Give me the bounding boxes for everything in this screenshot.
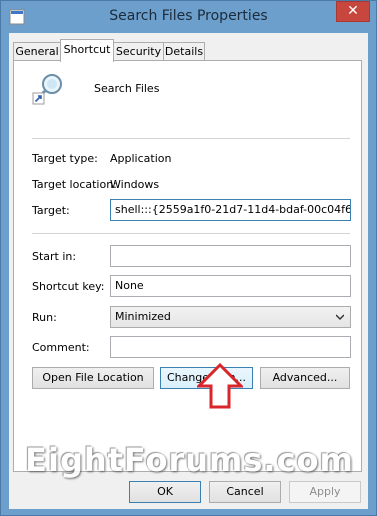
- comment-field[interactable]: [110, 336, 351, 358]
- divider: [32, 233, 350, 234]
- apply-button[interactable]: Apply: [289, 481, 361, 503]
- run-label: Run:: [32, 311, 57, 324]
- shortcut-panel: Search Files Target type: Application Ta…: [13, 60, 362, 472]
- target-type-value: Application: [110, 152, 172, 165]
- shortcut-name: Search Files: [94, 82, 160, 95]
- target-location-label: Target location:: [32, 178, 117, 191]
- divider: [32, 138, 350, 139]
- properties-window: Search Files Properties ✕ General Shortc…: [0, 0, 377, 516]
- red-up-arrow-icon: [197, 363, 243, 409]
- chevron-down-icon: [336, 314, 344, 321]
- open-file-location-button[interactable]: Open File Location: [32, 367, 154, 389]
- window-title: Search Files Properties: [109, 8, 268, 24]
- start-in-field[interactable]: [110, 245, 351, 267]
- target-type-label: Target type:: [32, 152, 98, 165]
- target-label: Target:: [32, 204, 70, 217]
- advanced-button[interactable]: Advanced...: [260, 367, 350, 389]
- cancel-button[interactable]: Cancel: [209, 481, 281, 503]
- dialog-client-area: General Shortcut Security Details Search…: [9, 33, 368, 509]
- start-in-label: Start in:: [32, 250, 77, 263]
- title-bar[interactable]: Search Files Properties ✕: [1, 1, 376, 33]
- tab-general[interactable]: General: [13, 42, 61, 61]
- dialog-buttons: OK Cancel Apply: [9, 481, 368, 507]
- run-select-value: Minimized: [115, 310, 171, 323]
- target-field[interactable]: shell:::{2559a1f0-21d7-11d4-bdaf-00c04f6…: [110, 199, 351, 221]
- run-select[interactable]: Minimized: [110, 306, 351, 328]
- close-button[interactable]: ✕: [336, 1, 370, 22]
- tab-details[interactable]: Details: [163, 42, 205, 61]
- tab-shortcut[interactable]: Shortcut: [60, 39, 114, 62]
- ok-button[interactable]: OK: [129, 481, 201, 503]
- watermark: EightForums.com: [25, 441, 354, 479]
- shortcut-key-label: Shortcut key:: [32, 280, 105, 293]
- comment-label: Comment:: [32, 341, 90, 354]
- shortcut-key-field[interactable]: None: [110, 275, 351, 297]
- search-files-icon: [32, 74, 62, 105]
- tab-security[interactable]: Security: [113, 42, 164, 61]
- target-location-value: Windows: [110, 178, 160, 191]
